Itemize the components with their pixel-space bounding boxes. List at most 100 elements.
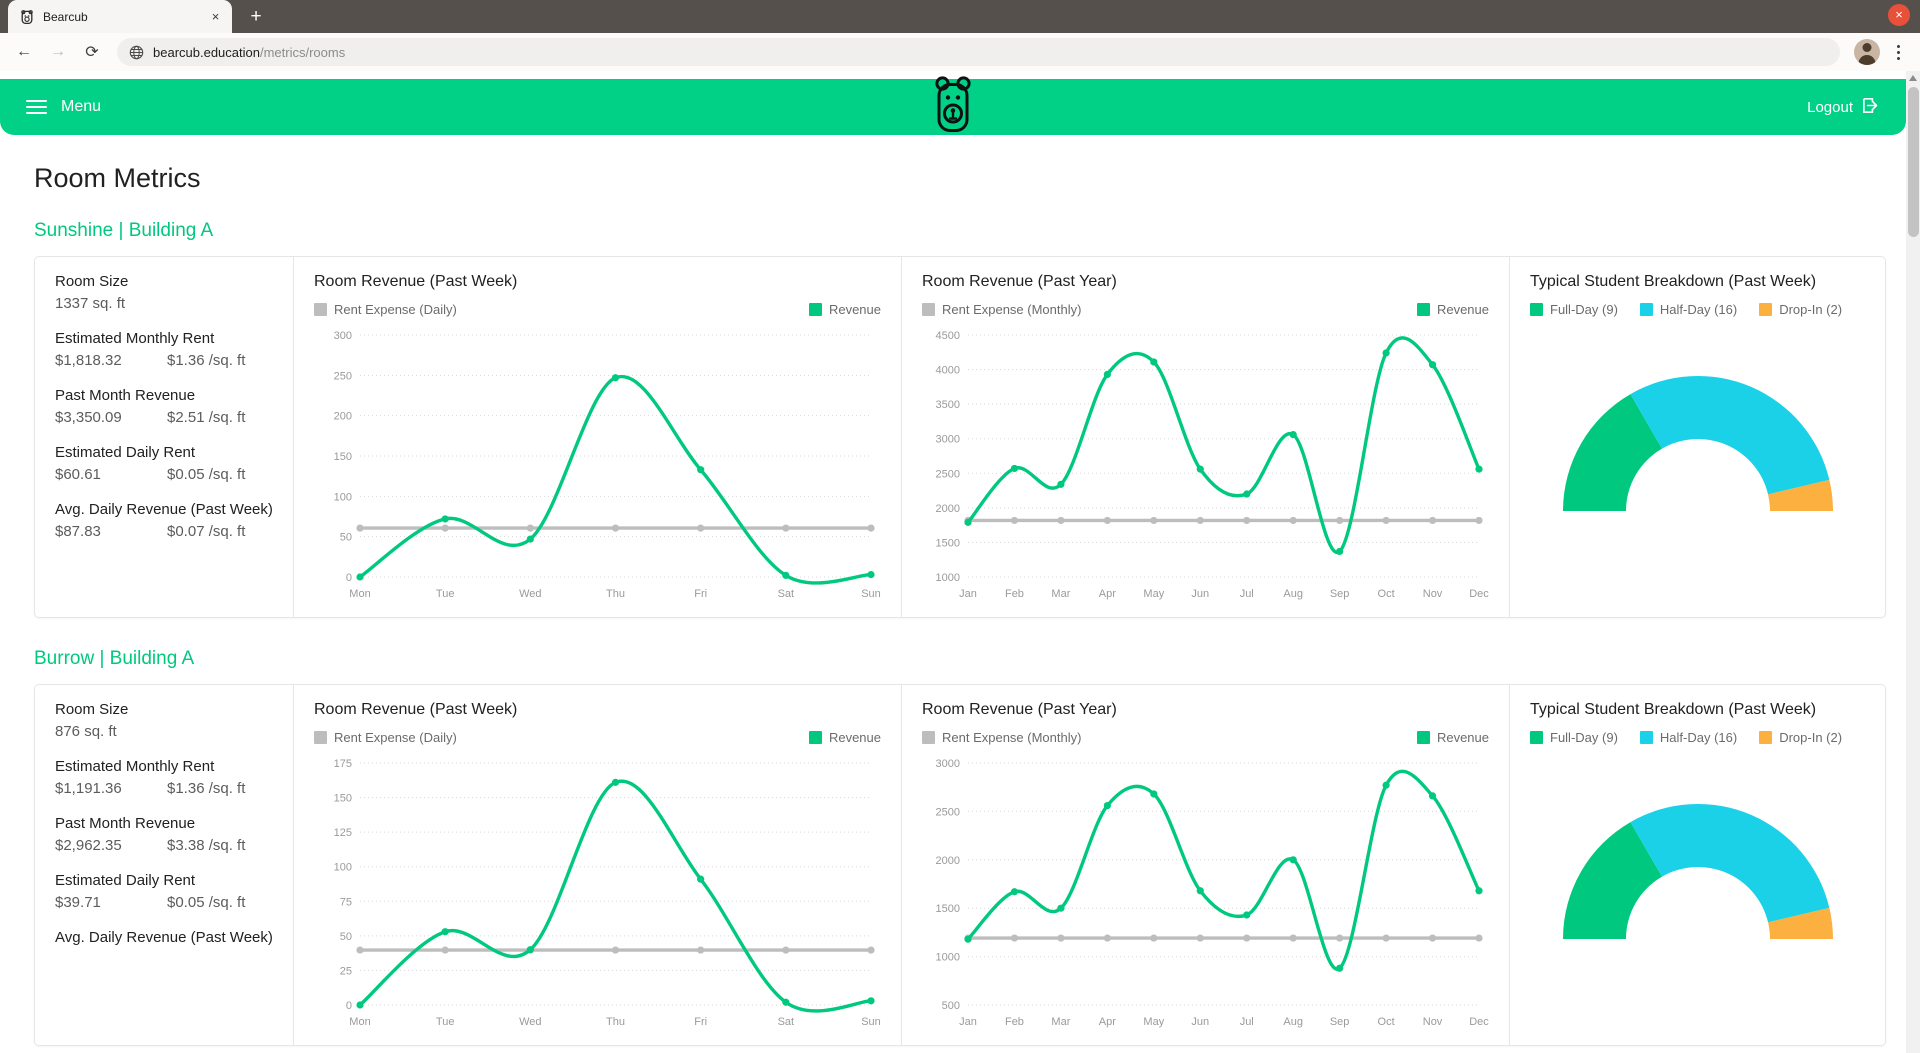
svg-text:Sat: Sat [778,1016,795,1028]
svg-text:Jul: Jul [1240,588,1254,600]
year-chart-title: Room Revenue (Past Year) [922,701,1117,718]
legend-item-rent-expense-monthly[interactable]: Rent Expense (Monthly) [922,730,1081,745]
svg-text:Thu: Thu [606,1016,625,1028]
svg-text:May: May [1143,1016,1164,1028]
legend-item-revenue[interactable]: Revenue [1416,302,1489,317]
stat-label-avg-daily-revenue: Avg. Daily Revenue (Past Week) [55,501,273,518]
new-tab-button[interactable]: + [242,2,270,30]
url-path: /metrics/rooms [259,44,346,60]
svg-text:Jul: Jul [1240,1016,1254,1028]
legend-item-revenue[interactable]: Revenue [1416,730,1489,745]
address-bar[interactable]: bearcub.education/metrics/rooms [117,38,1840,66]
week-chart-plot[interactable]: 0 50 100 150 200 250 300 Mon Tue Wed Thu Fri Sat Sun [314,327,881,605]
legend-item-revenue[interactable]: Revenue [808,730,881,745]
logout-icon [1861,96,1880,119]
legend-label-rent: Rent Expense (Daily) [334,730,457,745]
page-scrollbar[interactable] [1906,71,1920,1053]
legend-label-rent-monthly: Rent Expense (Monthly) [942,730,1082,745]
year-chart-title: Room Revenue (Past Year) [922,273,1117,290]
legend-swatch-half-day [1639,303,1653,316]
legend-item-rent-expense[interactable]: Rent Expense (Daily) [314,730,457,745]
legend-item-drop-in[interactable]: Drop-In (2) [1759,302,1842,317]
stat-value-room-size: 876 sq. ft [55,723,117,740]
legend-label-half-day: Half-Day (16) [1659,302,1738,317]
svg-text:Mar: Mar [1051,1016,1070,1028]
legend-item-full-day[interactable]: Full-Day (9) [1530,302,1618,317]
svg-text:2500: 2500 [936,806,960,818]
svg-text:Apr: Apr [1099,588,1116,600]
stat-label-room-size: Room Size [55,701,129,718]
forward-icon[interactable]: → [44,38,72,66]
stat-value-avg-daily-revenue: $87.83 [55,523,101,540]
legend-label-rent: Rent Expense (Daily) [334,302,457,317]
window-close-button[interactable]: × [1888,4,1910,26]
stat-label-past-month-revenue: Past Month Revenue [55,387,196,404]
legend-swatch-rent [314,303,327,316]
page-content: Room Metrics Sunshine | Building A Room … [0,135,1920,1046]
svg-text:Oct: Oct [1378,1016,1395,1028]
logout-label: Logout [1807,98,1853,116]
scrollbar-thumb[interactable] [1908,87,1919,237]
legend-item-rent-expense[interactable]: Rent Expense (Daily) [314,302,457,317]
tab-title: Bearcub [43,9,88,24]
legend-item-drop-in[interactable]: Drop-In (2) [1759,730,1842,745]
legend-item-revenue[interactable]: Revenue [808,302,881,317]
stat-sqft-monthly-rent: $1.36 /sq. ft [167,780,246,797]
year-chart-panel-sunshine: Room Revenue (Past Year) Rent Expense (M… [901,257,1509,617]
legend-swatch-revenue [1416,731,1430,744]
year-chart-plot[interactable]: 500 1000 1500 2000 2500 3000 Jan Feb Mar Apr May Ju… [922,755,1489,1033]
stat-sqft-past-month-revenue: $3.38 /sq. ft [167,837,246,854]
svg-text:150: 150 [334,451,352,463]
svg-text:3500: 3500 [936,399,960,411]
svg-text:250: 250 [334,370,352,382]
page-title: Room Metrics [34,163,201,193]
address-bar-text: bearcub.education/metrics/rooms [153,45,345,60]
legend-swatch-revenue [1416,303,1430,316]
profile-avatar[interactable] [1854,39,1880,65]
legend-swatch-rent [922,303,935,316]
legend-item-half-day[interactable]: Half-Day (16) [1639,302,1738,317]
svg-text:Jun: Jun [1191,588,1209,600]
svg-text:50: 50 [340,931,352,943]
room-heading-sunshine: Sunshine | Building A [34,220,214,241]
svg-text:150: 150 [334,793,352,805]
legend-label-revenue: Revenue [828,302,881,317]
breakdown-panel-sunshine: Typical Student Breakdown (Past Week) Fu… [1509,257,1885,617]
menu-button[interactable]: Menu [26,98,101,116]
browser-tab[interactable]: Bearcub × [8,0,232,33]
close-tab-icon[interactable]: × [207,8,224,25]
week-chart-title: Room Revenue (Past Week) [314,701,518,718]
legend-item-full-day[interactable]: Full-Day (9) [1530,730,1618,745]
legend-label-revenue: Revenue [828,730,881,745]
stat-value-daily-rent: $39.71 [55,894,101,911]
room-stats-panel: Room Size 1337 sq. ft Estimated Monthly … [35,257,293,617]
stat-value-past-month-revenue: $2,962.35 [55,837,122,854]
bearcub-logo-icon[interactable] [930,76,976,139]
stat-sqft-daily-rent: $0.05 /sq. ft [167,466,246,483]
svg-text:May: May [1143,588,1164,600]
svg-text:Apr: Apr [1099,1016,1116,1028]
breakdown-gauge[interactable] [1530,791,1865,943]
stat-row-past-month-revenue: $2,962.35 $3.38 /sq. ft [55,837,273,854]
legend-label-drop-in: Drop-In (2) [1779,730,1843,745]
stat-row-past-month-revenue: $3,350.09 $2.51 /sq. ft [55,409,273,426]
svg-text:Jan: Jan [959,1016,977,1028]
logout-button[interactable]: Logout [1807,96,1880,119]
back-icon[interactable]: ← [10,38,38,66]
legend-item-half-day[interactable]: Half-Day (16) [1639,730,1737,745]
reload-icon[interactable]: ⟳ [78,38,106,66]
scroll-up-icon[interactable] [1909,75,1917,81]
week-chart-plot[interactable]: 0 25 50 75 100 125 150 175 Mon Tue Wed Thu Fri Sat Sun [314,755,881,1033]
legend-swatch-full-day [1530,731,1543,744]
legend-label-drop-in: Drop-In (2) [1779,302,1843,317]
bearcub-favicon-icon [19,9,35,25]
breakdown-gauge[interactable] [1530,363,1865,515]
stat-label-monthly-rent: Estimated Monthly Rent [55,758,215,775]
stat-value-monthly-rent: $1,818.32 [55,352,122,369]
browser-menu-icon[interactable] [1886,39,1910,65]
year-chart-plot[interactable]: 1000 1500 2000 2500 3000 3500 4000 4500 Jan Feb Ma… [922,327,1489,605]
legend-item-rent-expense-monthly[interactable]: Rent Expense (Monthly) [922,302,1081,317]
stat-label-room-size: Room Size [55,273,129,290]
legend-label-full-day: Full-Day (9) [1550,730,1618,745]
menu-label: Menu [61,98,102,115]
